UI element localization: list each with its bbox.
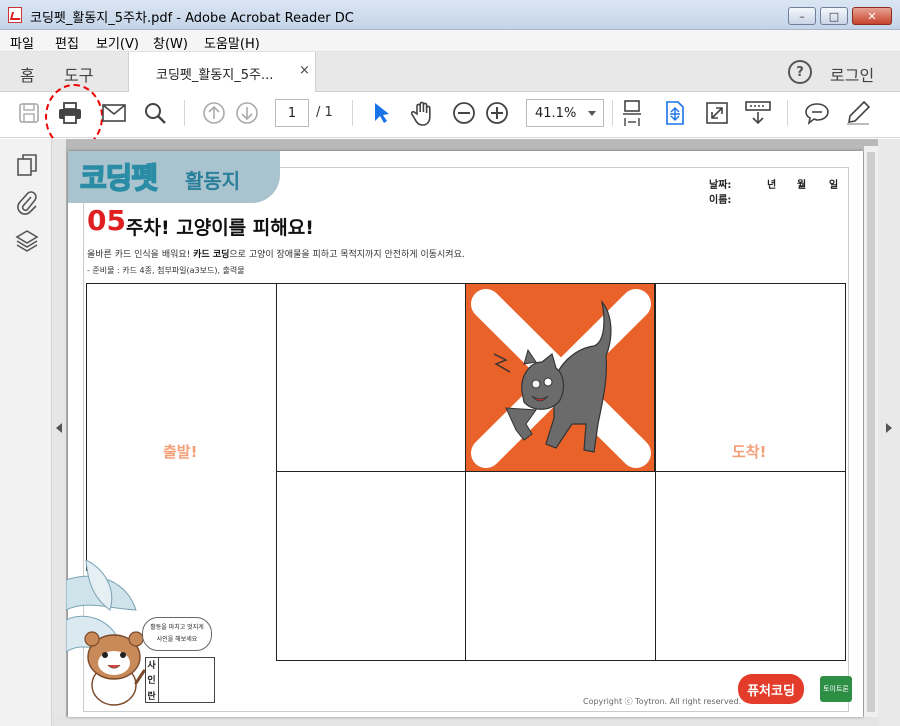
hand-tool-icon[interactable]: [408, 98, 438, 128]
tab-tools[interactable]: 도구: [64, 62, 93, 86]
layers-icon[interactable]: [15, 228, 39, 257]
previous-page-icon[interactable]: [199, 98, 229, 128]
menu-view[interactable]: 보기(V): [96, 33, 139, 52]
signature-label: 사 인 란: [145, 657, 159, 703]
left-navigation-panel: [0, 139, 52, 726]
grid-cell-cat-obstacle: [465, 283, 655, 472]
email-icon[interactable]: [99, 98, 129, 128]
window-title: 코딩펫_활동지_5주차.pdf - Adobe Acrobat Reader D…: [30, 11, 354, 26]
right-panel-collapse[interactable]: [878, 139, 900, 726]
page-thumbnails-icon[interactable]: [16, 153, 38, 180]
description-bold-text: 카드 코딩: [193, 250, 230, 260]
scrollbar-thumb[interactable]: [867, 152, 875, 712]
zoom-level-select[interactable]: 41.1%: [526, 99, 604, 127]
zoom-level-value: 41.1%: [535, 105, 577, 121]
select-pointer-icon[interactable]: [366, 98, 396, 128]
chevron-right-icon: [886, 423, 892, 433]
menu-window[interactable]: 창(W): [153, 33, 188, 52]
toolbar-separator: [787, 100, 788, 126]
comment-icon[interactable]: [802, 98, 832, 128]
zoom-in-icon[interactable]: [482, 98, 512, 128]
page-number-input[interactable]: 1: [275, 99, 309, 127]
grid-cell: [655, 471, 846, 661]
name-label: 이름:: [709, 195, 732, 206]
read-mode-icon[interactable]: [743, 98, 773, 128]
menu-file[interactable]: 파일: [10, 33, 34, 52]
grid-cell: [276, 283, 466, 472]
signature-char: 사: [147, 661, 156, 672]
save-icon[interactable]: [14, 98, 44, 128]
maximize-button[interactable]: □: [820, 7, 848, 25]
search-icon[interactable]: [140, 98, 170, 128]
next-page-icon[interactable]: [232, 98, 262, 128]
day-label: 일: [829, 180, 839, 191]
close-window-button[interactable]: ✕: [852, 7, 892, 25]
help-icon[interactable]: ?: [788, 60, 812, 84]
copyright-text: Copyright ⓒ Toytron. All right reserved.: [583, 697, 742, 706]
highlight-pen-icon[interactable]: [843, 98, 873, 128]
cat-illustration: [471, 289, 651, 468]
title-bar: 코딩펫_활동지_5주차.pdf - Adobe Acrobat Reader D…: [0, 0, 900, 30]
hamster-mascot: [84, 631, 146, 706]
horizontal-scrollbar[interactable]: [52, 717, 878, 726]
chevron-left-icon: [56, 423, 62, 433]
worksheet-description: 올바른 카드 인식을 배워요! 카드 코딩으로 고양이 장애물을 피하고 목적지…: [87, 247, 465, 260]
close-tab-icon[interactable]: ×: [299, 63, 310, 78]
grid-cell-start: 출발!: [86, 283, 277, 472]
end-label: 도착!: [732, 443, 767, 461]
attachment-icon[interactable]: [16, 189, 38, 218]
month-label: 월: [797, 180, 807, 191]
signature-char: 인: [147, 676, 156, 687]
grid-cell: [276, 471, 466, 661]
login-button[interactable]: 로그인: [830, 62, 874, 86]
grid-cell-end: 도착!: [655, 283, 846, 472]
description-text-end: 으로 고양이 장애물을 피하고 목적지까지 안전하게 이동시켜요.: [229, 250, 465, 260]
tab-home[interactable]: 홈: [20, 62, 35, 86]
fit-page-icon[interactable]: [617, 98, 647, 128]
speech-line: 사인을 해보세요: [156, 636, 198, 643]
left-panel-collapse[interactable]: [52, 139, 66, 717]
brand-logo: 퓨처코딩: [738, 674, 804, 704]
worksheet-title: 주차! 고양이를 피해요!: [126, 217, 314, 239]
toolbar-separator: [184, 100, 185, 126]
signature-char: 란: [147, 691, 156, 702]
worksheet-logo-sub: 활동지: [185, 169, 241, 193]
worksheet-logo: 코딩펫: [79, 160, 159, 196]
week-number: 05: [87, 204, 126, 237]
minimize-button[interactable]: –: [788, 7, 816, 25]
page-total-label: / 1: [316, 105, 333, 120]
menu-help[interactable]: 도움말(H): [204, 33, 260, 52]
materials-note: - 준비물 : 카드 4종, 첨부파일(a3보드), 출력물: [87, 266, 245, 275]
toolbar-separator: [612, 100, 613, 126]
vertical-scrollbar[interactable]: [864, 146, 878, 717]
pdf-file-icon: [8, 7, 22, 23]
zoom-out-icon[interactable]: [449, 98, 479, 128]
grid-cell: [465, 471, 656, 661]
tab-row: 홈 도구 코딩펫_활동지_5주... ×: [0, 52, 900, 92]
document-tab-label: 코딩펫_활동지_5주...: [156, 68, 274, 83]
menu-edit[interactable]: 편집: [55, 33, 79, 52]
year-label: 년: [767, 180, 777, 191]
scroll-mode-icon[interactable]: [660, 98, 690, 128]
description-text: 올바른 카드 인식을 배워요!: [87, 250, 194, 260]
date-label: 날짜:: [709, 180, 732, 191]
toolbar-separator: [352, 100, 353, 126]
grid-cell-decoration: [86, 471, 277, 571]
speech-line: 활동을 마치고 멋지게: [150, 624, 204, 631]
fullscreen-icon[interactable]: [702, 98, 732, 128]
chevron-down-icon: [588, 111, 596, 116]
tab-document[interactable]: 코딩펫_활동지_5주... ×: [128, 52, 316, 92]
menu-bar: 파일 편집 보기(V) 창(W) 도움말(H): [0, 30, 900, 52]
start-label: 출발!: [163, 443, 198, 461]
publisher-logo: 토이트론: [820, 676, 852, 702]
speech-bubble: 활동을 마치고 멋지게 사인을 해보세요: [142, 617, 212, 651]
